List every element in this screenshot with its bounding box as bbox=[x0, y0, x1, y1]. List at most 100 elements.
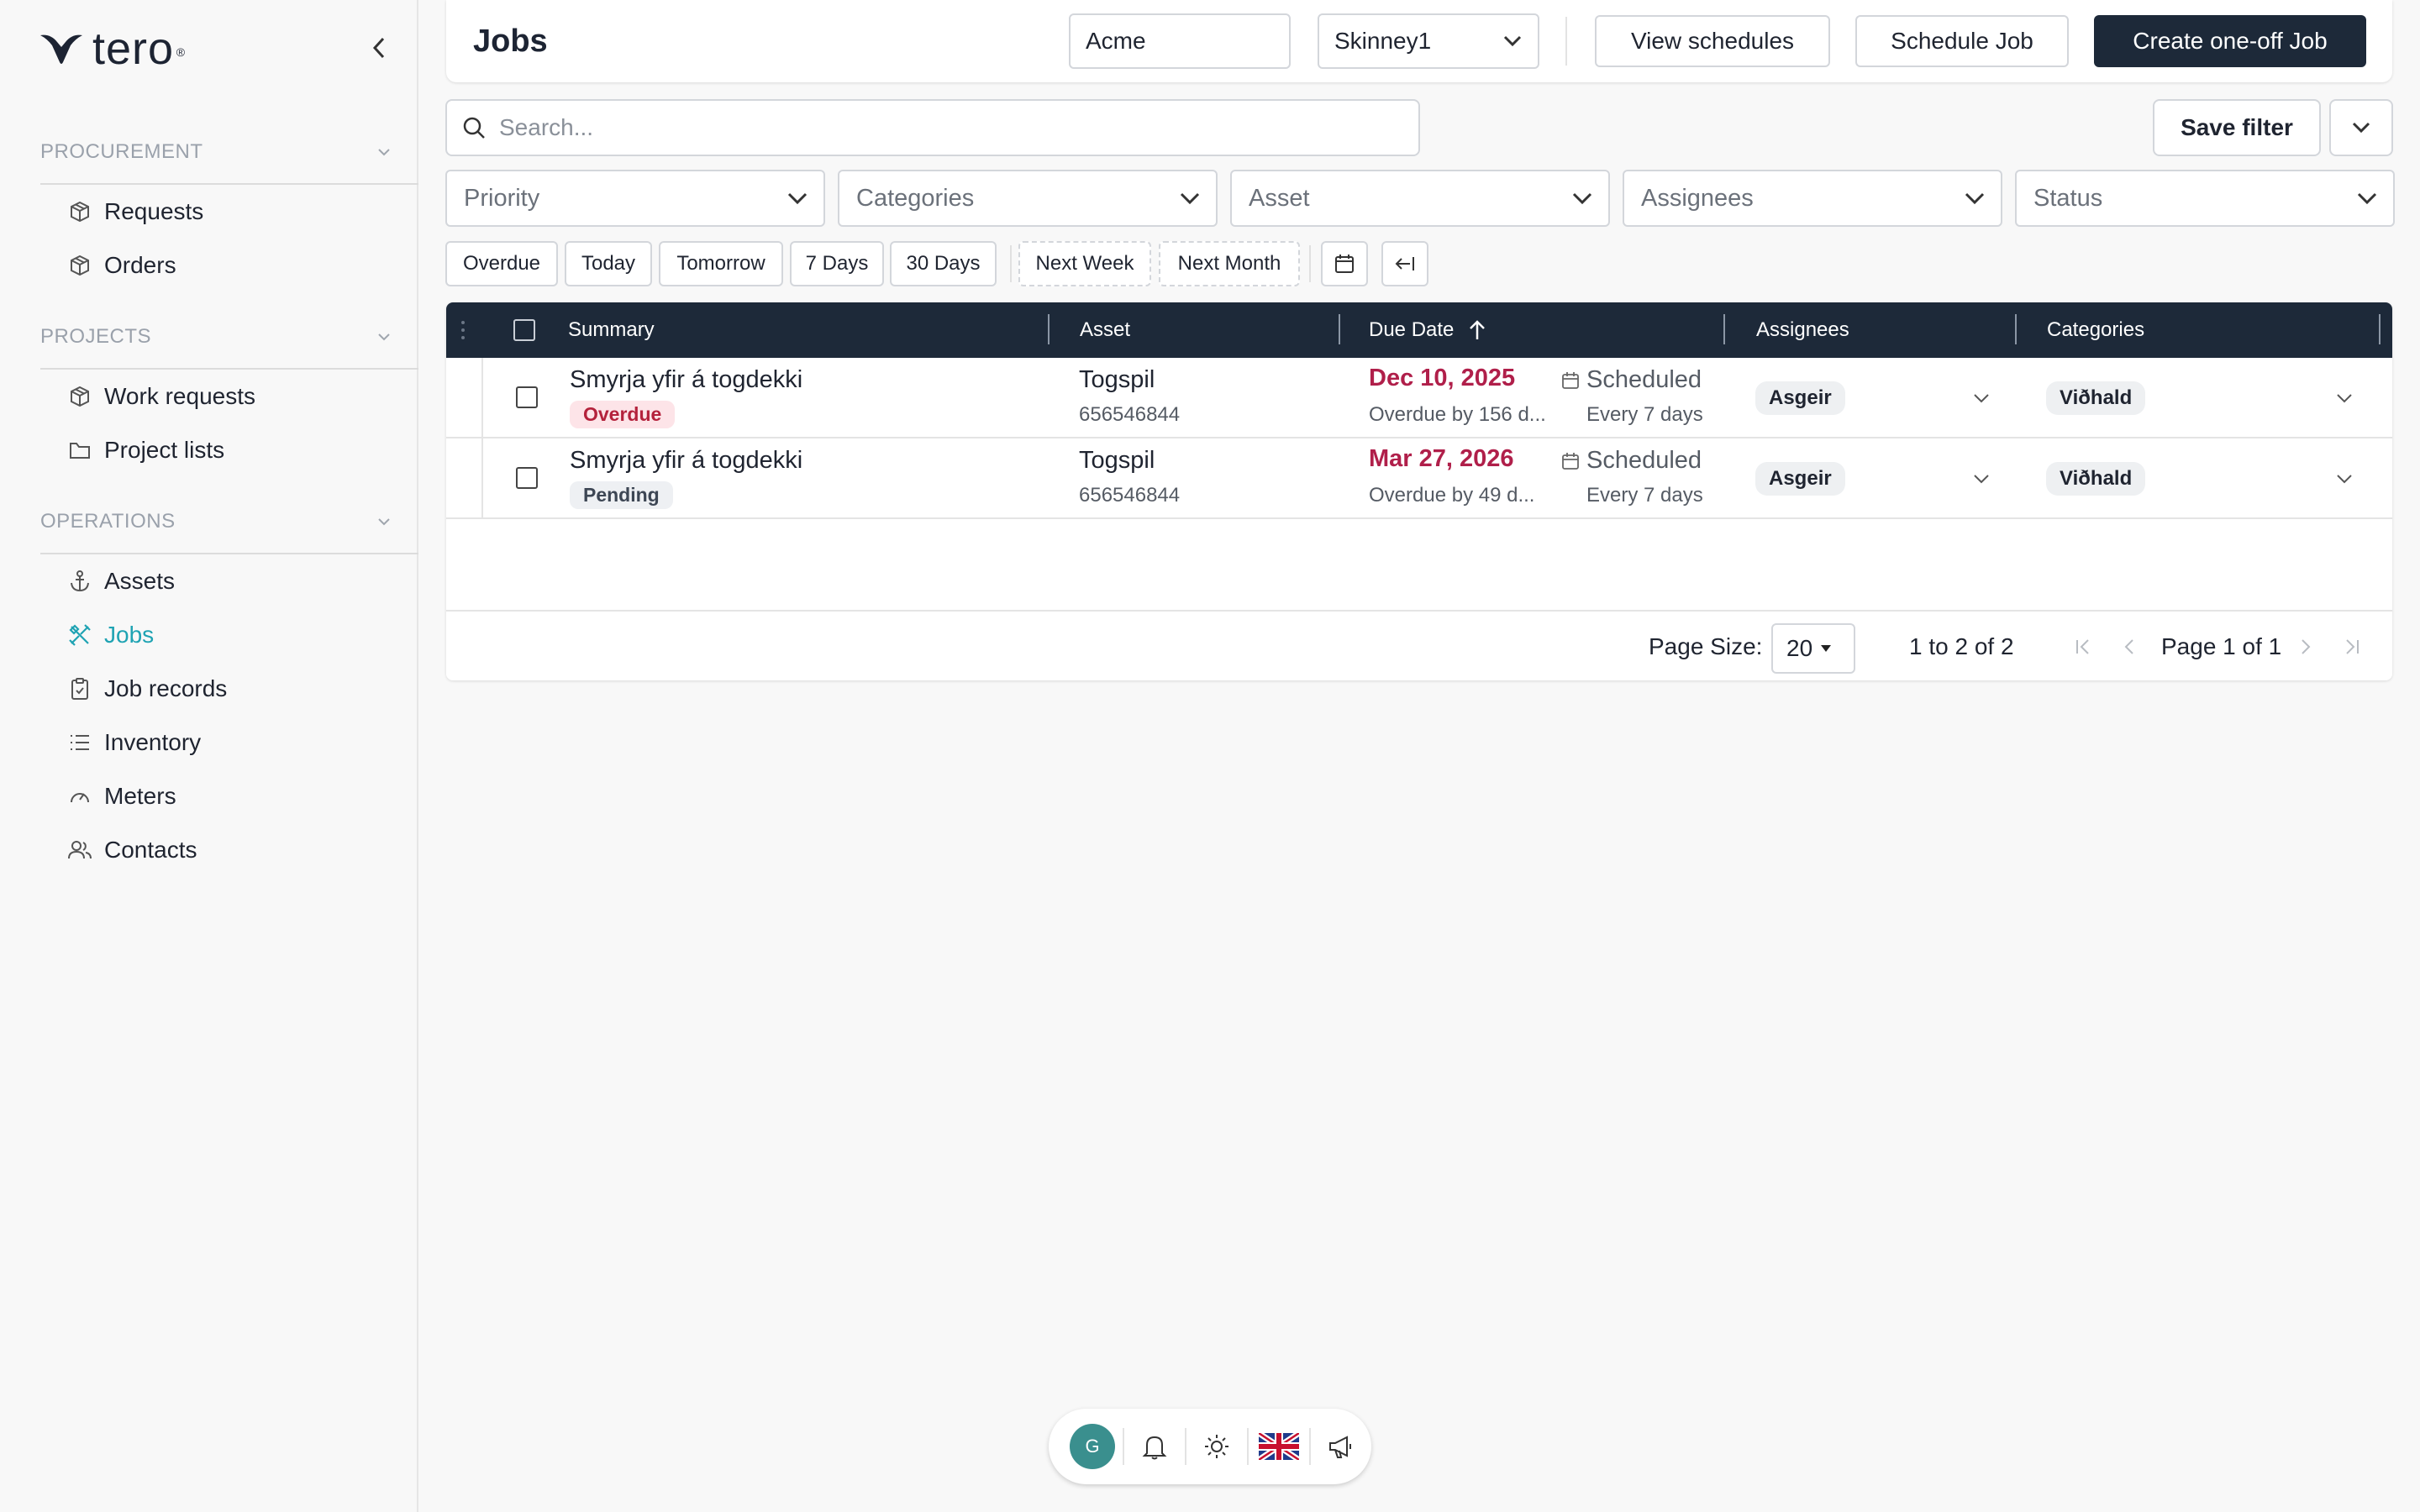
page-size-value: 20 bbox=[1786, 635, 1813, 661]
chevron-down-icon bbox=[787, 192, 808, 205]
select-all-checkbox[interactable] bbox=[513, 302, 535, 358]
collapse-sidebar-button[interactable] bbox=[363, 32, 395, 64]
nav-item-meters[interactable]: Meters bbox=[67, 773, 176, 820]
categories-filter[interactable]: Categories bbox=[838, 170, 1218, 227]
notifications-button[interactable] bbox=[1124, 1415, 1185, 1478]
nav-item-assets[interactable]: Assets bbox=[67, 558, 175, 605]
categories-dropdown[interactable] bbox=[2332, 386, 2357, 411]
tero-logo[interactable]: tero ® bbox=[39, 25, 185, 72]
previous-page-button[interactable] bbox=[2117, 633, 2144, 660]
schedule-job-button[interactable]: Schedule Job bbox=[1855, 15, 2069, 67]
chip-7-days[interactable]: 7 Days bbox=[790, 241, 884, 286]
nav-item-requests[interactable]: Requests bbox=[67, 188, 203, 235]
column-assignees[interactable]: Assignees bbox=[1756, 302, 1849, 358]
language-button[interactable] bbox=[1249, 1415, 1309, 1478]
nav-item-project-lists[interactable]: Project lists bbox=[67, 427, 224, 474]
table-row[interactable]: Smyrja yfir á togdekki Overdue Togspil 6… bbox=[446, 358, 2392, 438]
schedule-label: Scheduled bbox=[1561, 447, 1702, 475]
chip-today[interactable]: Today bbox=[565, 241, 652, 286]
table-header: Summary Asset Due Date Assignees Categor… bbox=[446, 302, 2392, 358]
column-summary[interactable]: Summary bbox=[568, 302, 655, 358]
asset-name[interactable]: Togspil bbox=[1079, 447, 1155, 475]
asset-filter[interactable]: Asset bbox=[1230, 170, 1610, 227]
page-size-select[interactable]: 20 bbox=[1771, 623, 1855, 674]
chip-overdue[interactable]: Overdue bbox=[445, 241, 558, 286]
create-one-off-job-button[interactable]: Create one-off Job bbox=[2094, 15, 2366, 67]
column-resizer[interactable] bbox=[1048, 314, 1050, 344]
view-schedules-button[interactable]: View schedules bbox=[1595, 15, 1830, 67]
chip-next-week[interactable]: Next Week bbox=[1018, 241, 1151, 286]
nav-label: Work requests bbox=[104, 383, 255, 409]
job-summary[interactable]: Smyrja yfir á togdekki bbox=[570, 366, 802, 394]
asset-name[interactable]: Togspil bbox=[1079, 366, 1155, 394]
user-avatar-button[interactable]: G bbox=[1062, 1415, 1123, 1478]
assignees-dropdown[interactable] bbox=[1969, 386, 1994, 411]
company-value: Acme bbox=[1086, 28, 1146, 54]
chevron-down-icon bbox=[1965, 192, 1985, 205]
categories-dropdown[interactable] bbox=[2332, 466, 2357, 491]
first-page-button[interactable] bbox=[2070, 633, 2096, 660]
column-resizer[interactable] bbox=[1723, 314, 1725, 344]
chevron-left-icon bbox=[372, 37, 385, 59]
chevron-down-icon bbox=[2337, 394, 2352, 403]
column-asset[interactable]: Asset bbox=[1080, 302, 1130, 358]
nav-item-job-records[interactable]: Job records bbox=[67, 665, 227, 712]
assignees-filter[interactable]: Assignees bbox=[1623, 170, 2002, 227]
section-title: OPERATIONS bbox=[40, 510, 176, 533]
due-note: Overdue by 49 d... bbox=[1369, 484, 1535, 507]
filter-label: Status bbox=[2033, 184, 2103, 212]
chip-next-month[interactable]: Next Month bbox=[1159, 241, 1300, 286]
row-checkbox[interactable] bbox=[516, 467, 538, 489]
calendar-icon bbox=[1562, 371, 1579, 389]
search-input[interactable] bbox=[499, 114, 1339, 141]
site-select[interactable]: Skinney1 bbox=[1318, 13, 1539, 69]
nav-item-jobs[interactable]: Jobs bbox=[67, 612, 154, 659]
section-projects[interactable]: PROJECTS bbox=[40, 320, 392, 354]
status-filter[interactable]: Status bbox=[2015, 170, 2395, 227]
caret-down-icon bbox=[1821, 645, 1832, 652]
next-page-button[interactable] bbox=[2291, 633, 2318, 660]
chevron-down-icon bbox=[2337, 475, 2352, 484]
chevron-down-icon bbox=[2352, 122, 2370, 134]
search-bar[interactable] bbox=[445, 99, 1420, 156]
chevron-down-icon bbox=[378, 149, 390, 156]
priority-filter[interactable]: Priority bbox=[445, 170, 825, 227]
company-field[interactable]: Acme bbox=[1069, 13, 1291, 69]
column-resizer[interactable] bbox=[2379, 314, 2381, 344]
chip-30-days[interactable]: 30 Days bbox=[890, 241, 997, 286]
nav-label: Orders bbox=[104, 252, 176, 278]
date-picker-button[interactable] bbox=[1321, 241, 1368, 286]
section-operations[interactable]: OPERATIONS bbox=[40, 505, 392, 538]
column-due-date[interactable]: Due Date bbox=[1369, 302, 1487, 358]
job-summary[interactable]: Smyrja yfir á togdekki bbox=[570, 447, 802, 475]
assignees-dropdown[interactable] bbox=[1969, 466, 1994, 491]
chevron-down-icon bbox=[378, 333, 390, 341]
nav-item-inventory[interactable]: Inventory bbox=[67, 719, 201, 766]
nav-item-work-requests[interactable]: Work requests bbox=[67, 373, 255, 420]
row-gutter bbox=[446, 438, 483, 519]
assignee-pill: Asgeir bbox=[1755, 462, 1845, 496]
drag-handle-icon[interactable] bbox=[460, 302, 466, 358]
schedule-interval: Every 7 days bbox=[1586, 484, 1703, 507]
last-page-button[interactable] bbox=[2338, 633, 2365, 660]
column-resizer[interactable] bbox=[2015, 314, 2017, 344]
avatar: G bbox=[1070, 1424, 1116, 1469]
theme-toggle-button[interactable] bbox=[1186, 1415, 1247, 1478]
nav-item-orders[interactable]: Orders bbox=[67, 242, 176, 289]
column-categories[interactable]: Categories bbox=[2047, 302, 2144, 358]
section-procurement[interactable]: PROCUREMENT bbox=[40, 135, 392, 169]
page-indicator: Page 1 of 1 bbox=[2161, 633, 2282, 659]
folder-icon bbox=[67, 438, 92, 463]
nav-item-contacts[interactable]: Contacts bbox=[67, 827, 197, 874]
table-row[interactable]: Smyrja yfir á togdekki Pending Togspil 6… bbox=[446, 438, 2392, 519]
row-checkbox[interactable] bbox=[516, 386, 538, 408]
calendar-icon bbox=[1562, 452, 1579, 470]
filter-label: Categories bbox=[856, 184, 975, 212]
chip-tomorrow[interactable]: Tomorrow bbox=[659, 241, 783, 286]
clear-dates-button[interactable] bbox=[1381, 241, 1428, 286]
save-filter-button[interactable]: Save filter bbox=[2153, 99, 2321, 156]
save-filter-dropdown-button[interactable] bbox=[2329, 99, 2393, 156]
announcements-button[interactable] bbox=[1311, 1415, 1371, 1478]
column-resizer[interactable] bbox=[1339, 314, 1340, 344]
asset-id: 656546844 bbox=[1079, 403, 1181, 426]
